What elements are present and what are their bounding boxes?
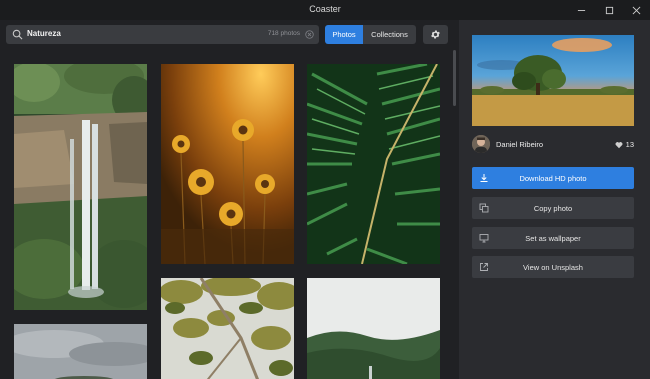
copy-icon	[479, 203, 489, 213]
close-button[interactable]	[622, 2, 650, 18]
search-icon	[12, 29, 23, 40]
download-hd-button[interactable]: Download HD photo	[472, 167, 634, 189]
view-on-unsplash-button[interactable]: View on Unsplash	[472, 256, 634, 278]
results-count: 718 photos	[267, 30, 300, 37]
copy-photo-button[interactable]: Copy photo	[472, 197, 634, 219]
photo-thumbnail-sky[interactable]	[14, 324, 147, 379]
close-icon	[632, 6, 640, 14]
avatar[interactable]	[472, 135, 490, 153]
clear-icon[interactable]	[305, 30, 314, 39]
window-title: Coaster	[309, 4, 341, 14]
likes-count: 13	[625, 140, 634, 149]
photo-thumbnail-forest[interactable]	[307, 278, 440, 379]
photo-thumbnail-branches[interactable]	[161, 278, 294, 379]
scrollbar[interactable]	[453, 50, 456, 106]
gear-icon	[431, 30, 440, 39]
monitor-icon	[479, 234, 489, 243]
tab-collections[interactable]: Collections	[363, 25, 416, 44]
author-name[interactable]: Daniel Ribeiro	[496, 140, 543, 149]
search-input[interactable]: Natureza	[27, 29, 61, 38]
set-wallpaper-button[interactable]: Set as wallpaper	[472, 227, 634, 249]
view-on-unsplash-label: View on Unsplash	[523, 262, 583, 272]
minimize-button[interactable]	[567, 2, 595, 18]
copy-photo-label: Copy photo	[533, 203, 573, 213]
search-bar[interactable]: Natureza 718 photos	[6, 25, 319, 44]
external-link-icon	[480, 263, 488, 271]
settings-button[interactable]	[423, 25, 448, 44]
title-bar: Coaster	[0, 0, 650, 20]
photo-thumbnail-fern[interactable]	[307, 64, 440, 264]
photo-thumbnail-waterfall[interactable]	[14, 64, 147, 310]
photo-thumbnail-sunflowers[interactable]	[161, 64, 294, 264]
set-wallpaper-label: Set as wallpaper	[525, 233, 581, 243]
maximize-button[interactable]	[595, 2, 623, 18]
photo-preview	[472, 35, 634, 126]
download-icon	[480, 174, 488, 182]
gallery-panel: Natureza 718 photos Photos Collections	[0, 20, 459, 379]
maximize-icon	[605, 6, 613, 14]
photo-details-panel: Daniel Ribeiro 13 Download HD photo Copy…	[459, 20, 650, 379]
download-hd-label: Download HD photo	[519, 173, 587, 183]
heart-icon	[615, 141, 623, 148]
minimize-icon	[577, 9, 585, 11]
tab-photos[interactable]: Photos	[325, 25, 363, 44]
likes-counter[interactable]: 13	[615, 140, 634, 149]
author-row: Daniel Ribeiro 13	[472, 134, 634, 154]
